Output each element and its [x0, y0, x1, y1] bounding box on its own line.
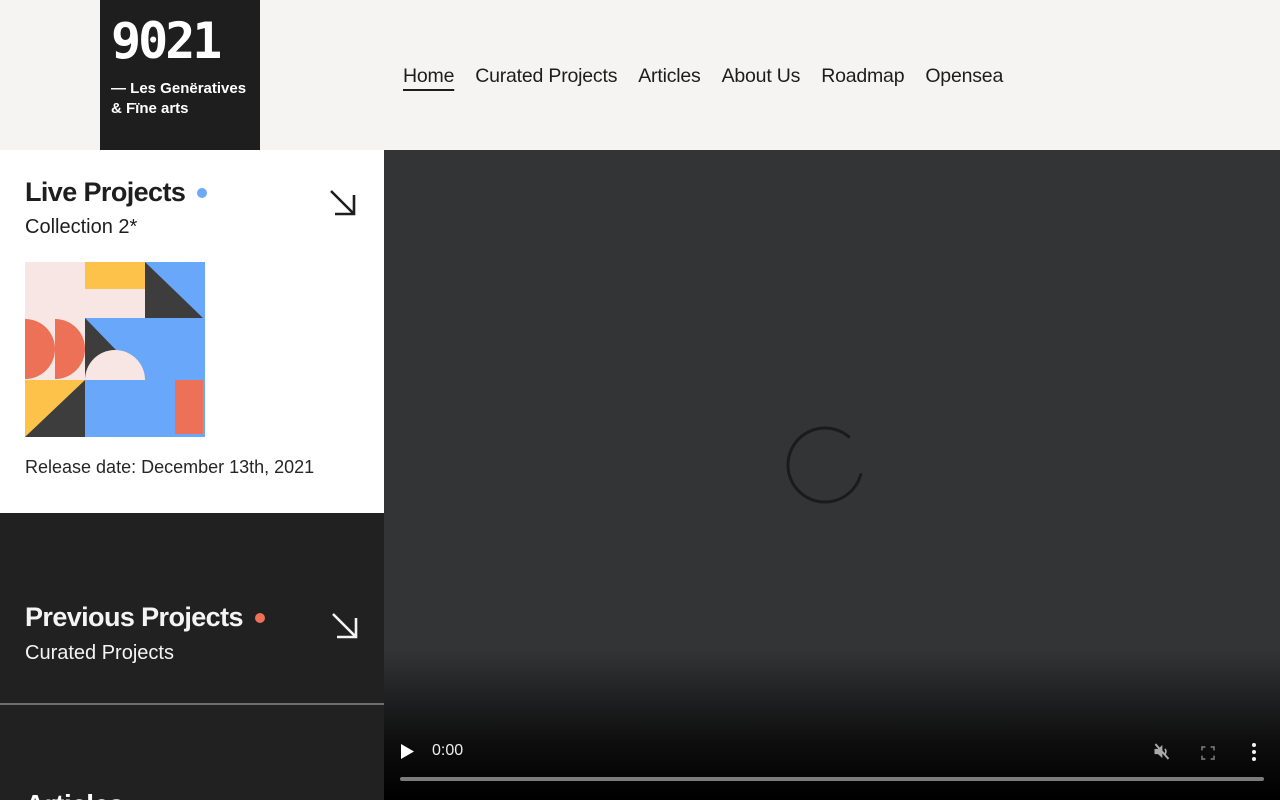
- site-header: 9021 — Les Genëratives & Fïne arts Home …: [0, 0, 1280, 150]
- video-progress-bar[interactable]: [400, 777, 1264, 781]
- kebab-dot: [1252, 757, 1256, 761]
- fullscreen-icon: [1201, 746, 1215, 760]
- arrow-stroke: [332, 613, 358, 639]
- nav-item-roadmap[interactable]: Roadmap: [821, 65, 904, 88]
- previous-projects-card: Previous Projects Curated Projects: [0, 513, 384, 703]
- play-button[interactable]: [401, 744, 414, 759]
- art-blue-block: [145, 318, 205, 380]
- logo-title: 9021: [111, 12, 222, 70]
- previous-projects-arrow-icon[interactable]: [330, 611, 360, 641]
- fullscreen-button[interactable]: [1200, 745, 1216, 761]
- nav-item-articles[interactable]: Articles: [638, 65, 701, 88]
- main-content: Live Projects Collection 2* Release date…: [0, 150, 1280, 800]
- nav-item-home[interactable]: Home: [403, 65, 454, 88]
- logo-tagline-line2: & Fïne arts: [111, 100, 189, 117]
- previous-projects-header: Previous Projects: [25, 602, 265, 633]
- art-yellow-block: [85, 262, 145, 289]
- nav-item-curated-projects[interactable]: Curated Projects: [475, 65, 617, 88]
- muted-volume-button[interactable]: [1151, 741, 1172, 762]
- live-projects-subtitle: Collection 2*: [25, 216, 138, 238]
- kebab-dot: [1252, 750, 1256, 754]
- nav-item-about-us[interactable]: About Us: [722, 65, 801, 88]
- spinner-arc: [786, 426, 863, 504]
- previous-projects-subtitle: Curated Projects: [25, 642, 174, 664]
- live-projects-arrow-icon[interactable]: [328, 188, 358, 218]
- live-projects-title: Live Projects: [25, 177, 186, 207]
- sound-wave: [1164, 748, 1167, 755]
- art-salmon-block: [175, 380, 203, 434]
- live-projects-card: Live Projects Collection 2* Release date…: [0, 150, 384, 513]
- loading-spinner-icon: [786, 426, 863, 504]
- previous-indicator-dot: [254, 612, 265, 623]
- live-indicator-dot-shape: [197, 187, 208, 198]
- kebab-dot: [1252, 743, 1256, 747]
- articles-card: Articles: [0, 703, 384, 800]
- live-projects-header: Live Projects: [25, 177, 208, 208]
- previous-projects-title: Previous Projects: [25, 602, 244, 632]
- video-current-time: 0:00: [432, 742, 464, 759]
- video-player[interactable]: 0:00: [384, 150, 1280, 800]
- logo-tagline: — Les Genëratives & Fïne arts: [111, 79, 250, 119]
- overflow-menu-button[interactable]: [1251, 742, 1257, 762]
- logo-tagline-line1: — Les Genëratives: [111, 80, 247, 97]
- play-icon: [401, 744, 414, 759]
- articles-section-title: Articles: [25, 789, 124, 800]
- site-logo[interactable]: 9021 — Les Genëratives & Fïne arts: [100, 0, 260, 150]
- collection-artwork-thumbnail[interactable]: [25, 262, 205, 437]
- sidebar: Live Projects Collection 2* Release date…: [0, 150, 384, 800]
- previous-indicator-dot-shape: [254, 612, 265, 623]
- nav-item-opensea[interactable]: Opensea: [925, 65, 1003, 88]
- release-date-text: Release date: December 13th, 2021: [25, 457, 315, 477]
- arrow-stroke: [330, 190, 356, 216]
- main-nav: Home Curated Projects Articles About Us …: [403, 0, 1003, 150]
- live-indicator-dot: [197, 187, 208, 198]
